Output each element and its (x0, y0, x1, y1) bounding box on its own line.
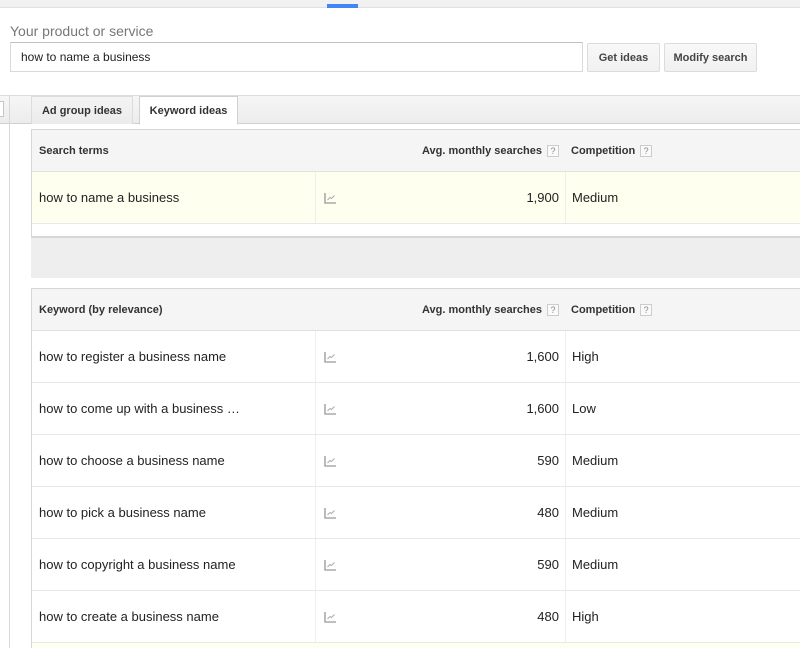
line-chart-icon[interactable] (324, 507, 337, 519)
product-search-input[interactable] (10, 42, 583, 72)
table-row: how to register a business name 1,600 High (32, 331, 800, 383)
keyword-ideas-table: Keyword (by relevance) Avg. monthly sear… (31, 288, 800, 648)
table-row: how to create a business name 480 High (32, 591, 800, 643)
trend-cell (315, 435, 565, 486)
keyword-text: how to choose a business name (39, 453, 225, 468)
sidebar-collapse-handle[interactable] (0, 101, 4, 117)
avg-monthly-searches: 1,900 (526, 190, 559, 205)
column-header-label: Avg. monthly searches (421, 304, 542, 316)
help-icon[interactable]: ? (547, 145, 559, 157)
line-chart-icon[interactable] (324, 559, 337, 571)
search-terms-table: Search terms Avg. monthly searches ? Com… (31, 129, 800, 237)
avg-monthly-searches: 590 (537, 557, 559, 572)
keyword-text: how to create a business name (39, 609, 219, 624)
competition: High (565, 591, 800, 642)
avg-monthly-searches: 480 (537, 505, 559, 520)
table-row: how to name a business 1,900 Medium (32, 172, 800, 224)
column-header-avg-monthly-searches[interactable]: Avg. monthly searches ? (422, 130, 559, 172)
divider (9, 95, 10, 648)
avg-monthly-searches: 1,600 (526, 401, 559, 416)
competition: Medium (565, 172, 800, 223)
column-header-keyword[interactable]: Keyword (by relevance) (39, 289, 163, 331)
trend-cell (315, 539, 565, 590)
avg-monthly-searches: 590 (537, 453, 559, 468)
line-chart-icon[interactable] (324, 403, 337, 415)
avg-monthly-searches: 1,600 (526, 349, 559, 364)
avg-monthly-searches: 480 (537, 609, 559, 624)
line-chart-icon[interactable] (324, 192, 337, 204)
line-chart-icon[interactable] (324, 351, 337, 363)
line-chart-icon[interactable] (324, 611, 337, 623)
help-icon[interactable]: ? (640, 304, 653, 316)
competition: Low (565, 383, 800, 434)
help-icon[interactable]: ? (640, 145, 653, 157)
competition: High (565, 331, 800, 382)
spacer-band (31, 237, 800, 278)
column-header-avg-monthly-searches[interactable]: Avg. monthly searches ? (422, 289, 559, 331)
line-chart-icon[interactable] (324, 455, 337, 467)
table-row: how to pick a business name 480 Medium (32, 487, 800, 539)
tab-keyword-ideas[interactable]: Keyword ideas (139, 96, 238, 125)
column-header-label: Avg. monthly searches (421, 145, 542, 157)
keyword-text: how to pick a business name (39, 505, 206, 520)
top-bar (0, 0, 800, 8)
keyword-text: how to name a business (39, 190, 180, 205)
keyword-text: how to come up with a business … (39, 401, 240, 416)
modify-search-button[interactable]: Modify search (664, 43, 757, 72)
column-header-label: Competition (571, 145, 636, 157)
table-row-partial (32, 643, 800, 648)
trend-cell (315, 591, 565, 642)
table-row: how to choose a business name 590 Medium (32, 435, 800, 487)
tab-ad-group-ideas[interactable]: Ad group ideas (31, 96, 133, 124)
keyword-text: how to copyright a business name (39, 557, 236, 572)
active-indicator (327, 4, 358, 8)
column-header-competition[interactable]: Competition ? (571, 289, 653, 331)
table-row: how to copyright a business name 590 Mediu… (32, 539, 800, 591)
column-header-competition[interactable]: Competition ? (571, 130, 653, 172)
column-header-label: Competition (571, 304, 636, 316)
help-icon[interactable]: ? (547, 304, 559, 316)
table-header: Keyword (by relevance) Avg. monthly sear… (32, 289, 800, 331)
competition: Medium (565, 435, 800, 486)
column-header-search-terms[interactable]: Search terms (39, 130, 109, 172)
keyword-rows: how to register a business name 1,600 High… (32, 331, 800, 643)
competition: Medium (565, 487, 800, 538)
trend-cell (315, 487, 565, 538)
table-row: how to come up with a business … 1,600 Low (32, 383, 800, 435)
get-ideas-button[interactable]: Get ideas (587, 43, 660, 72)
product-label: Your product or service (10, 23, 154, 39)
keyword-text: how to register a business name (39, 349, 227, 364)
competition: Medium (565, 539, 800, 590)
table-header: Search terms Avg. monthly searches ? Com… (32, 130, 800, 172)
